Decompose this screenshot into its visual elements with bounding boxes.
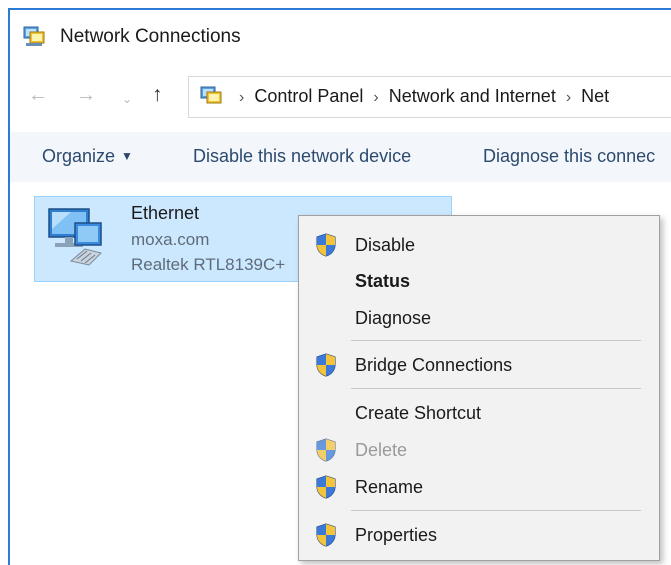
menu-item-properties[interactable]: Properties [299, 518, 659, 552]
organize-label: Organize [42, 146, 116, 166]
breadcrumb-control-panel[interactable]: Control Panel [254, 86, 363, 106]
chevron-right-icon: › [239, 89, 245, 106]
menu-separator [351, 340, 641, 341]
caret-down-icon: ▼ [121, 149, 133, 163]
diagnose-connection-button[interactable]: Diagnose this connec [483, 146, 655, 167]
arrow-left-icon[interactable]: ← [28, 83, 48, 107]
window-title: Network Connections [60, 26, 241, 47]
menu-item-status[interactable]: Status [299, 264, 659, 298]
chevron-right-icon: › [565, 89, 572, 106]
menu-label-status: Status [355, 271, 411, 291]
address-bar[interactable]: › Control Panel › Network and Internet › Net [188, 76, 671, 118]
uac-shield-icon [316, 475, 336, 499]
uac-shield-icon [316, 438, 336, 462]
menu-item-disable[interactable]: Disable [299, 228, 659, 262]
menu-label-rename: Rename [355, 477, 424, 497]
navigation-bar: ← → ⌄ ↑ › Control Panel › Network and Inter… [10, 70, 671, 122]
menu-item-bridge-connections[interactable]: Bridge Connections [299, 348, 659, 382]
connection-device: Realtek RTL8139C+ [131, 255, 286, 274]
connection-name: Ethernet [131, 203, 200, 223]
control-panel-icon [200, 86, 222, 104]
menu-label-diagnose: Diagnose [355, 308, 432, 328]
uac-shield-icon [316, 523, 336, 547]
menu-item-delete: Delete [299, 433, 659, 467]
menu-label-properties: Properties [355, 525, 438, 545]
context-menu: Disable Status Diagnose Bridge Connectio… [298, 215, 660, 561]
title-bar[interactable]: Network Connections [10, 10, 671, 62]
arrow-up-icon[interactable]: ↑ [152, 83, 163, 107]
ethernet-adapter-icon [48, 208, 102, 266]
menu-label-create-shortcut: Create Shortcut [355, 403, 482, 423]
uac-shield-icon [316, 233, 336, 257]
menu-item-diagnose[interactable]: Diagnose [299, 301, 659, 335]
uac-shield-icon [316, 353, 336, 377]
disable-device-button[interactable]: Disable this network device [193, 146, 411, 167]
menu-item-create-shortcut[interactable]: Create Shortcut [299, 396, 659, 430]
breadcrumb-network-and-internet[interactable]: Network and Internet [389, 86, 556, 106]
breadcrumb-network-connections[interactable]: Net [581, 86, 609, 106]
menu-separator [351, 510, 641, 511]
arrow-right-icon[interactable]: → [76, 83, 96, 107]
chevron-right-icon: › [373, 89, 379, 106]
menu-separator [351, 388, 641, 389]
menu-item-rename[interactable]: Rename [299, 470, 659, 504]
chevron-down-icon[interactable]: ⌄ [122, 87, 132, 111]
menu-label-disable: Disable [355, 235, 416, 255]
breadcrumb: › Control Panel › Network and Internet › Net [229, 86, 609, 107]
menu-label-delete: Delete [355, 440, 408, 460]
command-bar: Organize ▼ Disable this network device Di… [10, 132, 671, 183]
menu-label-bridge-connections: Bridge Connections [355, 355, 513, 375]
organize-button[interactable]: Organize ▼ [42, 146, 133, 167]
network-connections-icon [23, 26, 45, 46]
connection-network: moxa.com [131, 230, 210, 249]
